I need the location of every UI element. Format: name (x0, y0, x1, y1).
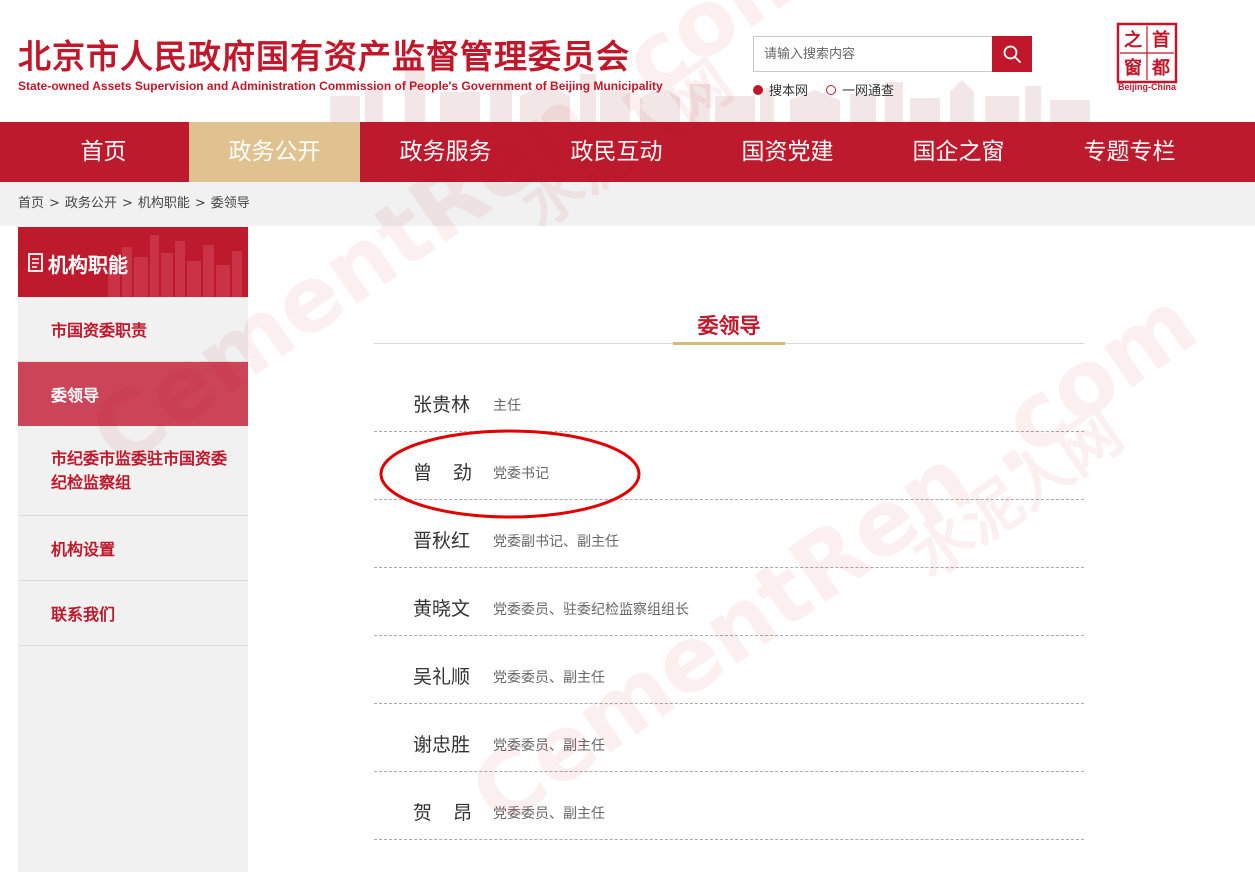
leader-row[interactable]: 晋秋红 党委副书记、副主任 (374, 500, 1084, 568)
logo-char-3: 之 (1124, 29, 1142, 51)
main-nav: 首页 政务公开 政务服务 政民互动 国资党建 国企之窗 专题专栏 (0, 122, 1255, 182)
breadcrumb-home[interactable]: 首页 (18, 196, 44, 211)
breadcrumb-separator: > (121, 196, 133, 211)
leader-title: 党委副书记、副主任 (493, 534, 619, 550)
site-title[interactable]: 北京市人民政府国有资产监督管理委员会 (18, 30, 630, 78)
title-underline (673, 342, 785, 345)
leader-title: 党委书记 (493, 466, 549, 482)
search-scope-site-radio[interactable]: 搜本网 (753, 80, 808, 99)
leader-name: 吴礼顺 (413, 666, 471, 688)
nav-item-interaction[interactable]: 政民互动 (531, 122, 702, 182)
logo-char-2: 都 (1151, 58, 1170, 79)
breadcrumb-separator: > (194, 196, 206, 211)
search-button[interactable] (992, 36, 1032, 72)
leader-name: 谢忠胜 (413, 734, 471, 756)
sidebar-heading: 机构职能 (18, 227, 248, 297)
radio-unselected-icon (826, 84, 836, 95)
nav-item-government-affairs[interactable]: 政务公开 (189, 122, 360, 182)
search-scope-all-label: 一网通查 (842, 84, 895, 99)
sidebar-item-organization-setup[interactable]: 机构设置 (18, 516, 248, 581)
leader-name: 晋秋红 (413, 530, 471, 552)
sidebar-item-duties[interactable]: 市国资委职责 (18, 297, 248, 362)
nav-item-special-topics[interactable]: 专题专栏 (1044, 122, 1215, 182)
nav-item-enterprises[interactable]: 国企之窗 (873, 122, 1044, 182)
leader-row[interactable]: 张贵林 主任 (374, 364, 1084, 432)
nav-item-services[interactable]: 政务服务 (360, 122, 531, 182)
search-scope-all-radio[interactable]: 一网通查 (826, 80, 894, 99)
leader-name: 曾劲 (413, 462, 494, 484)
radio-selected-icon (753, 84, 763, 95)
logo-caption: Beijing-China (1118, 82, 1176, 92)
site-title-english: State-owned Assets Supervision and Admin… (18, 79, 663, 93)
nav-item-party-building[interactable]: 国资党建 (702, 122, 873, 182)
sidebar-heading-buildings (108, 235, 242, 297)
leader-row[interactable]: 黄晓文 党委委员、驻委纪检监察组组长 (374, 568, 1084, 636)
leader-row[interactable]: 贺昂 党委委员、副主任 (374, 772, 1084, 840)
search-box (753, 36, 1032, 72)
logo-char-1: 首 (1152, 29, 1170, 51)
leader-row[interactable]: 吴礼顺 党委委员、副主任 (374, 636, 1084, 704)
sidebar-item-contact-us[interactable]: 联系我们 (18, 581, 248, 646)
breadcrumb-organization[interactable]: 机构职能 (138, 196, 190, 211)
leader-row[interactable]: 谢忠胜 党委委员、副主任 (374, 704, 1084, 772)
logo-char-4: 窗 (1124, 57, 1142, 79)
nav-item-home[interactable]: 首页 (18, 122, 189, 182)
leader-name: 黄晓文 (413, 598, 471, 620)
breadcrumb: 首页 > 政务公开 > 机构职能 > 委领导 (0, 182, 1255, 226)
leader-title: 主任 (493, 398, 521, 414)
search-icon (1003, 45, 1021, 63)
leader-row[interactable]: 曾劲 党委书记 (374, 432, 1084, 500)
sidebar-item-leaders[interactable]: 委领导 (18, 362, 248, 426)
search-input[interactable] (754, 37, 992, 71)
sidebar: 机构职能 市国资委职责 委领导 市纪委市监委驻市国资委纪检监察组 机构设置 联系… (18, 226, 248, 872)
search-scope-site-label: 搜本网 (769, 84, 809, 99)
sidebar-heading-label: 机构职能 (48, 253, 128, 277)
leader-title: 党委委员、副主任 (493, 670, 605, 686)
breadcrumb-separator: > (49, 196, 60, 211)
breadcrumb-current: 委领导 (210, 196, 250, 211)
breadcrumb-government-affairs[interactable]: 政务公开 (65, 196, 117, 211)
leader-name: 张贵林 (413, 394, 471, 416)
page-title: 委领导 (697, 314, 761, 338)
leader-title: 党委委员、副主任 (493, 806, 605, 822)
sidebar-item-discipline-inspection[interactable]: 市纪委市监委驻市国资委纪检监察组 (18, 426, 248, 516)
leader-name: 贺昂 (413, 802, 494, 824)
site-header: 北京市人民政府国有资产监督管理委员会 State-owned Assets Su… (0, 0, 1255, 122)
leader-title: 党委委员、副主任 (493, 738, 605, 754)
leader-title: 党委委员、驻委纪检监察组组长 (493, 602, 689, 618)
document-icon (28, 253, 43, 272)
